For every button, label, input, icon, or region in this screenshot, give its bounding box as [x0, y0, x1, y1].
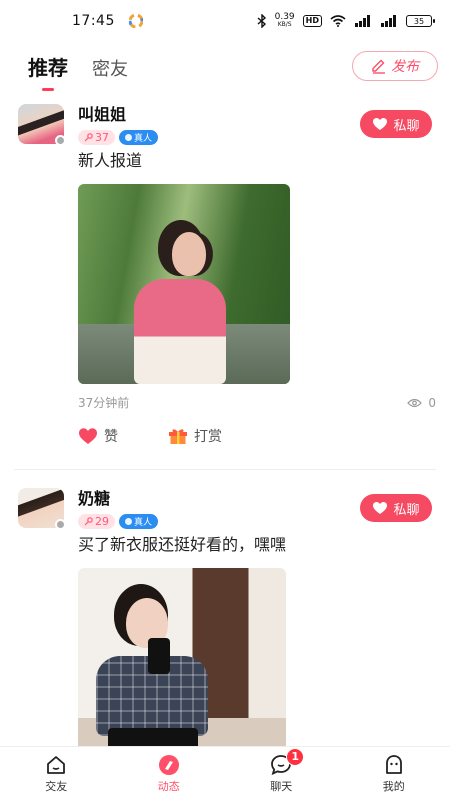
app-notification-icon [128, 14, 143, 28]
edit-icon [372, 59, 385, 74]
signal-icon [355, 15, 370, 27]
post-image[interactable] [78, 184, 290, 384]
post-divider [14, 469, 436, 470]
verified-icon [125, 134, 132, 141]
heart-icon [79, 428, 97, 444]
nav-item-friends[interactable]: 交友 [21, 754, 91, 794]
eye-icon [407, 398, 423, 407]
status-bar: 17:45 0.39 KB/S HD 35 [0, 0, 450, 42]
heart-icon [373, 502, 388, 514]
key-icon [84, 517, 93, 526]
tab-bar: 推荐 密友 [28, 52, 128, 81]
online-status-dot [55, 135, 66, 146]
feed-list[interactable]: 叫姐姐 37 真人 私聊 新人报道 37分钟前 0 赞 打赏 奶糖 29 真人 … [0, 94, 450, 746]
bluetooth-icon [257, 14, 266, 28]
post-image[interactable] [78, 568, 286, 746]
tab-close-friends[interactable]: 密友 [92, 55, 128, 81]
signal-icon-2 [381, 15, 396, 27]
battery-icon: 35 [406, 15, 435, 27]
verified-real-badge: 真人 [119, 130, 159, 145]
username[interactable]: 奶糖 [78, 488, 158, 510]
network-speed: 0.39 KB/S [274, 12, 295, 29]
verified-icon [125, 518, 132, 525]
post-text: 买了新衣服还挺好看的，嘿嘿 [78, 535, 287, 554]
verified-real-badge: 真人 [119, 514, 159, 529]
private-chat-button[interactable]: 私聊 [360, 494, 432, 522]
level-badge: 37 [78, 130, 115, 145]
unread-badge: 1 [286, 747, 305, 766]
wifi-icon [330, 15, 346, 27]
post-card: 奶糖 29 真人 私聊 买了新衣服还挺好看的，嘿嘿 [0, 478, 450, 746]
nav-label: 聊天 [270, 779, 293, 793]
home-icon [47, 755, 66, 774]
nav-item-me[interactable]: 我的 [359, 754, 429, 794]
reward-button[interactable]: 打赏 [168, 426, 222, 446]
avatar[interactable] [18, 488, 66, 530]
post-text: 新人报道 [78, 151, 143, 170]
like-button[interactable]: 赞 [78, 426, 118, 446]
publish-button[interactable]: 发布 [352, 51, 438, 81]
online-status-dot [55, 519, 66, 530]
view-count: 0 [407, 396, 436, 410]
level-badge: 29 [78, 514, 115, 529]
nav-label: 我的 [382, 779, 405, 793]
nav-label: 交友 [45, 779, 68, 793]
nav-item-chat[interactable]: 聊天 1 [246, 747, 316, 794]
username[interactable]: 叫姐姐 [78, 104, 158, 126]
nav-label: 动态 [157, 779, 180, 793]
feed-icon [158, 754, 179, 775]
hd-badge: HD [302, 15, 322, 27]
publish-label: 发布 [391, 59, 419, 75]
heart-icon [373, 118, 388, 130]
nav-item-feed[interactable]: 动态 [134, 754, 204, 794]
avatar[interactable] [18, 104, 66, 146]
profile-icon [385, 754, 402, 774]
key-icon [84, 133, 93, 142]
bottom-nav: 交友 动态 聊天 1 我的 [0, 746, 450, 800]
header: 推荐 密友 发布 [0, 42, 450, 90]
post-time: 37分钟前 [78, 396, 130, 410]
status-time: 17:45 [72, 13, 115, 29]
post-card: 叫姐姐 37 真人 私聊 新人报道 37分钟前 0 赞 打赏 [0, 94, 450, 447]
gift-icon [169, 429, 187, 444]
tab-recommend[interactable]: 推荐 [28, 52, 68, 81]
private-chat-button[interactable]: 私聊 [360, 110, 432, 138]
